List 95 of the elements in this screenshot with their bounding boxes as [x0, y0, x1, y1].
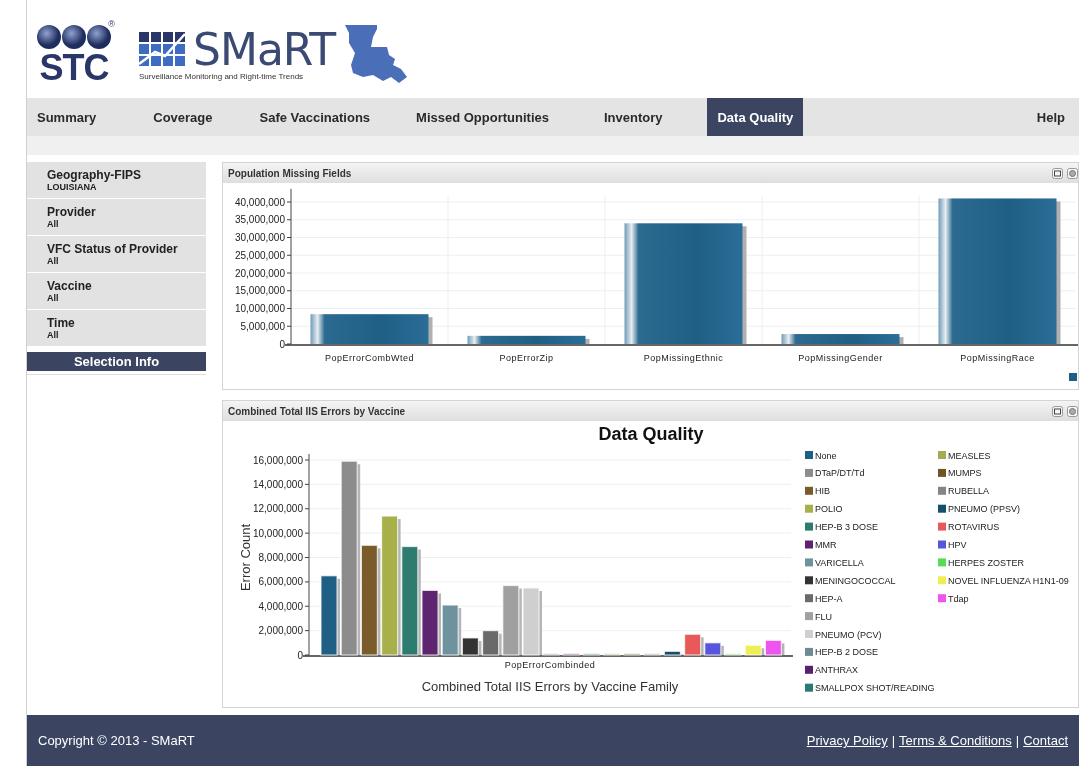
- legend-label: FLU: [815, 611, 832, 622]
- help-link[interactable]: Help: [1026, 98, 1079, 136]
- window-icon[interactable]: [1052, 167, 1063, 179]
- footer-link[interactable]: Terms & Conditions: [899, 733, 1012, 748]
- y-tick-label: 4,000,000: [258, 600, 303, 612]
- legend-label: HPV: [948, 540, 967, 550]
- nav-tab[interactable]: Coverage: [143, 98, 223, 136]
- category-label: PopMissingRace: [960, 353, 1035, 363]
- legend-label: DTaP/DT/Td: [815, 468, 865, 479]
- link-separator: |: [891, 733, 896, 748]
- legend-label: ROTAVIRUS: [948, 522, 1000, 533]
- filter-title: Vaccine: [47, 279, 93, 293]
- y-tick-label: 40,000,000: [234, 196, 285, 208]
- legend-label: HIB: [815, 486, 830, 497]
- nav-tab[interactable]: Data Quality: [707, 98, 804, 136]
- y-axis-title: Error Count: [238, 523, 253, 592]
- legend-label: HEP-A: [815, 593, 843, 604]
- y-tick-label: 8,000,000: [258, 552, 303, 563]
- legend-label: VARICELLA: [815, 557, 864, 568]
- legend-label: RUBELLA: [948, 486, 990, 497]
- bar: [603, 653, 621, 656]
- footer-link[interactable]: Contact: [1023, 733, 1068, 748]
- legend-label: PNEUMO (PCV): [815, 629, 882, 640]
- y-tick-label: 14,000,000: [252, 478, 303, 490]
- nav-tab[interactable]: Missed Opportunities: [406, 98, 559, 136]
- legend-label: POLIO: [815, 504, 843, 515]
- legend-label: HEP-B 2 DOSE: [815, 647, 879, 658]
- y-tick-label: 10,000,000: [252, 527, 303, 539]
- link-separator: |: [1015, 733, 1020, 748]
- filter-title: Time: [47, 316, 76, 330]
- bar: [744, 644, 765, 656]
- stc-logo-text: STC: [39, 51, 109, 85]
- filter-title: Geography-FIPS: [47, 168, 142, 182]
- app-logo-text: SMaRT: [193, 27, 336, 72]
- nav-tab[interactable]: Safe Vaccinations: [249, 98, 381, 136]
- legend-label: MUMPS: [948, 468, 982, 479]
- y-tick-label: 10,000,000: [234, 303, 285, 314]
- panel-title: Population Missing Fields: [228, 167, 353, 179]
- nav-tab[interactable]: Summary: [27, 98, 107, 136]
- window-icon[interactable]: [1052, 405, 1063, 417]
- bar: [562, 653, 580, 656]
- x-axis-title: Combined Total IIS Errors by Vaccine Family: [421, 679, 679, 694]
- y-tick-label: 30,000,000: [234, 232, 285, 243]
- legend-label: PNEUMO (PPSV): [948, 504, 1020, 515]
- legend-label: Tdap: [948, 593, 969, 604]
- filter-item[interactable]: Time All: [27, 310, 206, 346]
- bar: [583, 653, 601, 656]
- footer-link[interactable]: Privacy Policy: [806, 733, 888, 748]
- category-label: PopMissingGender: [798, 353, 883, 363]
- y-tick-label: 16,000,000: [252, 454, 303, 466]
- filter-item[interactable]: VFC Status of Provider All: [27, 236, 206, 272]
- registered-mark: ®: [108, 19, 115, 29]
- copyright-text: Copyright © 2013 - SMaRT: [38, 733, 195, 748]
- y-tick-label: 0: [279, 338, 285, 350]
- filter-title: Provider: [47, 205, 97, 219]
- legend-label: None: [815, 450, 837, 461]
- filter-value: All: [47, 219, 60, 229]
- bar: [643, 653, 661, 656]
- y-tick-label: 6,000,000: [258, 576, 303, 588]
- legend-label: HEP-B 3 DOSE: [815, 522, 879, 533]
- selection-info-button[interactable]: Selection Info: [27, 352, 206, 371]
- y-tick-label: 12,000,000: [252, 503, 303, 515]
- filter-value: All: [47, 330, 60, 340]
- y-tick-label: 20,000,000: [234, 267, 285, 279]
- y-tick-label: 25,000,000: [234, 249, 285, 261]
- state-map-icon: [343, 23, 410, 85]
- filter-item[interactable]: Geography-FIPS LOUISIANA: [27, 162, 206, 198]
- y-tick-label: 0: [297, 649, 303, 661]
- tagline: Surveillance Monitoring and Right-time Trends: [139, 71, 305, 81]
- filter-value: All: [47, 256, 60, 266]
- legend-label: MENINGOCOCCAL: [815, 575, 896, 586]
- filter-value: All: [47, 293, 60, 303]
- y-tick-label: 35,000,000: [234, 214, 285, 226]
- filter-item[interactable]: Provider All: [27, 199, 206, 235]
- filter-value: LOUISIANA: [47, 182, 98, 192]
- legend-label: NOVEL INFLUENZA H1N1-09: [948, 575, 1069, 586]
- nav-tab[interactable]: Inventory: [593, 98, 673, 136]
- category-label: PopErrorCombWted: [325, 353, 414, 363]
- category-label: PopErrorZip: [499, 353, 554, 363]
- panel-title: Combined Total IIS Errors by Vaccine: [228, 405, 407, 417]
- bar: [764, 639, 785, 656]
- y-tick-label: 15,000,000: [234, 285, 285, 297]
- legend-label: ANTHRAX: [815, 665, 858, 676]
- y-tick-label: 2,000,000: [258, 625, 303, 637]
- category-label: PopMissingEthnic: [643, 353, 724, 363]
- filter-item[interactable]: Vaccine All: [27, 273, 206, 309]
- category-label: PopErrorCombinded: [504, 660, 596, 670]
- chart-title: Data Quality: [598, 424, 704, 444]
- filter-title: VFC Status of Provider: [47, 242, 179, 256]
- legend-label: MMR: [815, 540, 837, 550]
- bar: [623, 653, 641, 656]
- legend-label: SMALLPOX SHOT/READING: [815, 683, 935, 694]
- legend-label: HERPES ZOSTER: [948, 557, 1024, 568]
- y-tick-label: 5,000,000: [240, 320, 285, 332]
- legend-label: MEASLES: [948, 450, 991, 461]
